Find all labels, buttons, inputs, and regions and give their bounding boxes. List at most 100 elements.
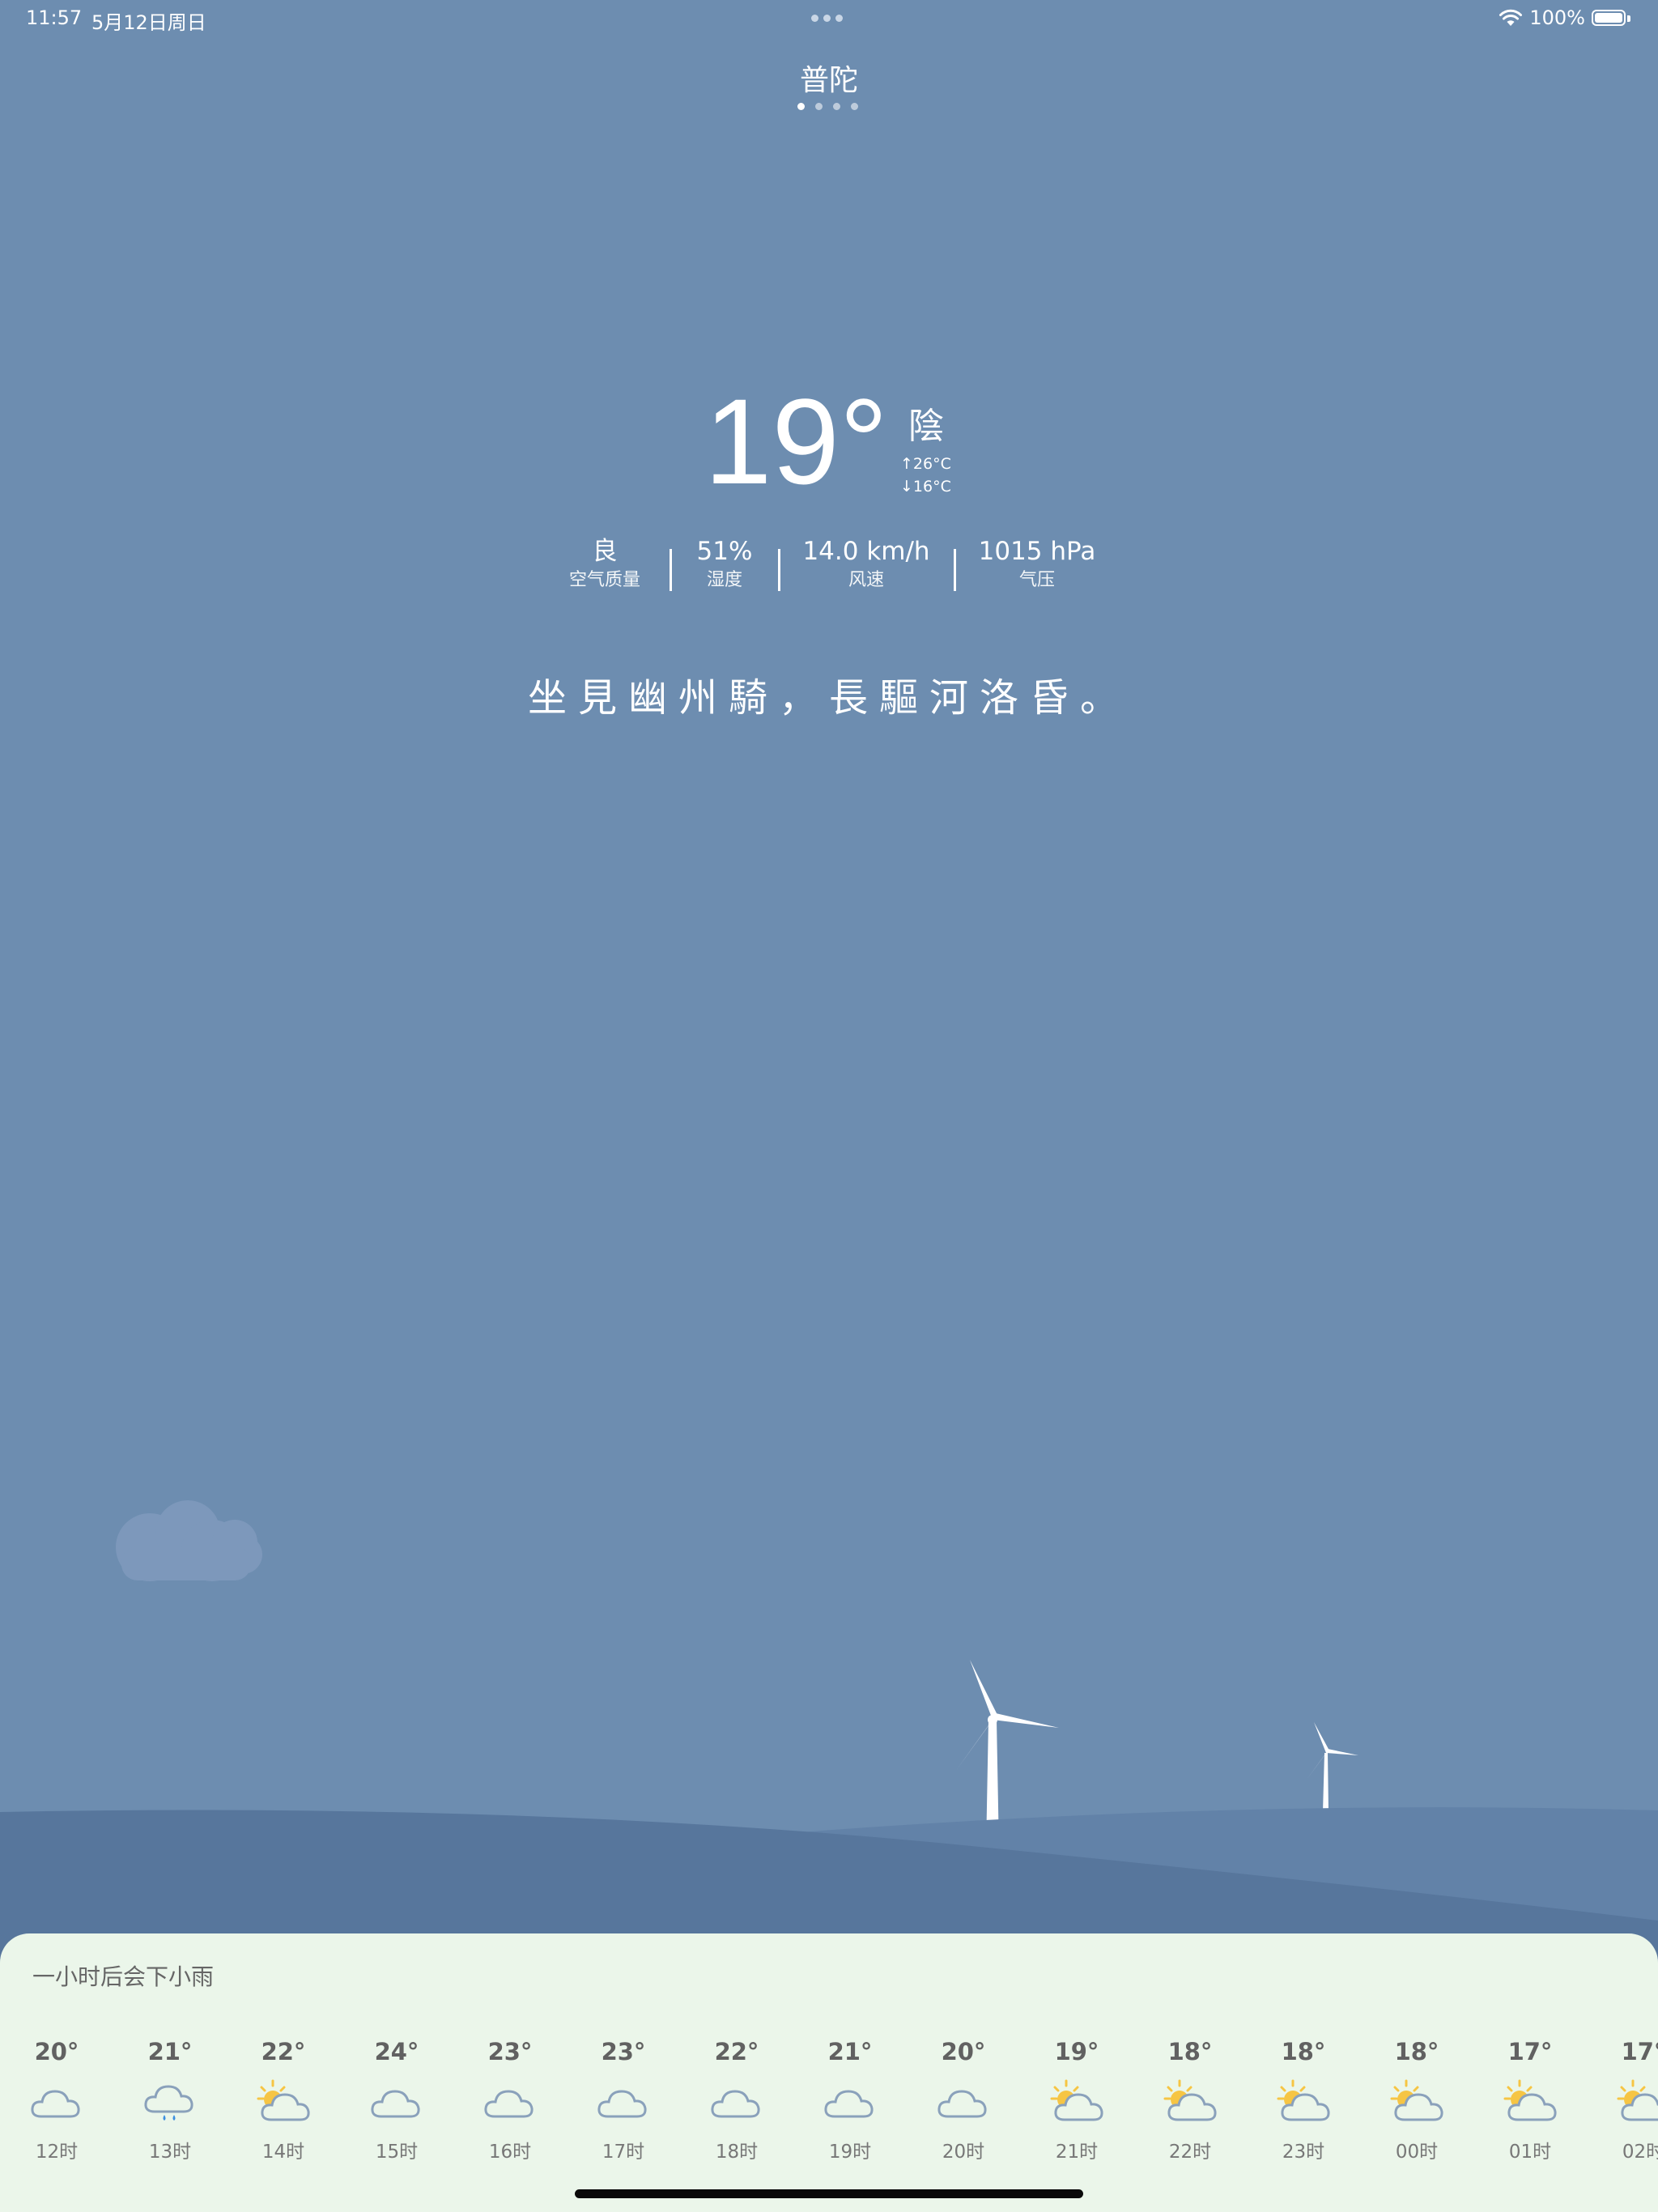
poem-quote: 坐見幽州騎，長驅河洛昏。 (527, 675, 1130, 721)
hour-temperature: 19° (1054, 2038, 1099, 2065)
hourly-forecast-item[interactable]: 21° 13时 (113, 2035, 227, 2163)
hour-temperature: 17° (1507, 2038, 1553, 2065)
hour-time: 17时 (602, 2142, 645, 2163)
stat-value: 1015 hPa (978, 537, 1096, 566)
hour-temperature: 23° (601, 2038, 646, 2065)
stat-value: 良 (592, 537, 618, 566)
weather-stats: 良 空气质量 51% 湿度 14.0 km/h 风速 1015 hPa 气压 (0, 534, 1658, 599)
partly-sunny-icon (1502, 2078, 1558, 2126)
hour-time: 13时 (148, 2142, 192, 2163)
hour-time: 19时 (828, 2142, 872, 2163)
stat-label: 气压 (1018, 570, 1055, 590)
hourly-forecast-item[interactable]: 19° 21时 (1020, 2035, 1133, 2163)
cloud-icon (368, 2078, 425, 2126)
stat-pressure: 1015 hPa 气压 (971, 534, 1103, 593)
cloud-icon (708, 2078, 765, 2126)
hour-time: 23时 (1282, 2142, 1325, 2163)
low-temperature: ↓16°C (900, 478, 951, 496)
high-temperature: ↑26°C (900, 455, 951, 473)
stat-label: 湿度 (706, 570, 742, 590)
stat-air-quality: 良 空气质量 (556, 534, 653, 593)
hour-temperature: 20° (34, 2038, 79, 2065)
wifi-icon (1499, 9, 1523, 26)
home-indicator[interactable] (575, 2189, 1083, 2198)
status-time: 11:57 (26, 6, 83, 29)
partly-sunny-icon (1048, 2078, 1105, 2126)
page-dot[interactable] (797, 103, 805, 110)
page-dot[interactable] (815, 103, 823, 110)
partly-sunny-icon (1275, 2078, 1332, 2126)
hour-time: 21时 (1055, 2142, 1099, 2163)
hour-temperature: 20° (941, 2038, 986, 2065)
stat-divider (954, 549, 956, 591)
stat-humidity: 51% 湿度 (684, 534, 765, 593)
forecast-summary: 一小时后会下小雨 (32, 1963, 215, 1990)
hour-temperature: 24° (374, 2038, 419, 2065)
cloud-icon (28, 2078, 85, 2126)
status-date: 5月12日周日 (91, 11, 206, 34)
weather-condition: 陰 (908, 406, 944, 447)
hour-temperature: 22° (261, 2038, 306, 2065)
hour-temperature: 18° (1167, 2038, 1213, 2065)
multitasking-menu-icon[interactable] (811, 15, 843, 22)
page-dot[interactable] (851, 103, 858, 110)
current-temperature: 19° (704, 373, 888, 509)
partly-sunny-icon (255, 2078, 312, 2126)
cloud-icon (595, 2078, 652, 2126)
battery-percent: 100% (1529, 6, 1585, 29)
hourly-forecast-item[interactable]: 20° 12时 (0, 2035, 113, 2163)
stat-label: 空气质量 (568, 570, 640, 590)
cloud-icon (822, 2078, 878, 2126)
stat-divider (778, 549, 780, 591)
hourly-forecast-item[interactable]: 21° 19时 (793, 2035, 907, 2163)
hour-temperature: 17° (1621, 2038, 1658, 2065)
stat-divider (670, 549, 672, 591)
windmill-small (1307, 1722, 1358, 1812)
hourly-forecast-item[interactable]: 18° 22时 (1133, 2035, 1247, 2163)
hourly-forecast-item[interactable]: 23° 16时 (453, 2035, 567, 2163)
hour-time: 20时 (942, 2142, 985, 2163)
stat-wind-speed: 14.0 km/h 风速 (797, 534, 935, 593)
page-indicator[interactable] (797, 103, 858, 110)
status-indicators: 100% (1499, 6, 1632, 29)
hourly-forecast-item[interactable]: 23° 17时 (567, 2035, 680, 2163)
hour-time: 22时 (1168, 2142, 1212, 2163)
partly-sunny-icon (1388, 2078, 1445, 2126)
page-dot[interactable] (833, 103, 840, 110)
city-name[interactable]: 普陀 (0, 57, 1658, 99)
stat-value: 51% (696, 537, 753, 566)
hour-time: 14时 (261, 2142, 305, 2163)
cloud-icon (482, 2078, 538, 2126)
hourly-forecast-item[interactable]: 22° 18时 (680, 2035, 793, 2163)
stat-label: 风速 (848, 570, 884, 590)
hourly-forecast-item[interactable]: 18° 00时 (1360, 2035, 1473, 2163)
battery-icon (1592, 8, 1632, 28)
hour-time: 00时 (1395, 2142, 1439, 2163)
hour-temperature: 18° (1281, 2038, 1326, 2065)
hour-time: 12时 (35, 2142, 79, 2163)
status-bar: 11:57 5月12日周日 100% (0, 0, 1658, 39)
hourly-forecast-item[interactable]: 18° 23时 (1247, 2035, 1360, 2163)
rain-cloud-icon (142, 2078, 198, 2126)
hourly-forecast-item[interactable]: 17° 02时 (1587, 2035, 1658, 2163)
partly-sunny-icon (1615, 2078, 1658, 2126)
background-cloud (116, 1500, 262, 1581)
partly-sunny-icon (1162, 2078, 1218, 2126)
forecast-sheet[interactable]: 一小时后会下小雨 20° 12时 21° 13时 22° 14时 24° 15时 23° 16时 2… (0, 1933, 1658, 2212)
hour-time: 02时 (1622, 2142, 1658, 2163)
hour-temperature: 23° (487, 2038, 533, 2065)
hour-time: 15时 (375, 2142, 419, 2163)
hourly-forecast-item[interactable]: 17° 01时 (1473, 2035, 1587, 2163)
hour-time: 16时 (488, 2142, 532, 2163)
cloud-icon (935, 2078, 992, 2126)
hourly-forecast-item[interactable]: 22° 14时 (227, 2035, 340, 2163)
hour-time: 01时 (1508, 2142, 1552, 2163)
hour-temperature: 18° (1394, 2038, 1439, 2065)
hour-temperature: 21° (827, 2038, 873, 2065)
hourly-forecast-item[interactable]: 24° 15时 (340, 2035, 453, 2163)
stat-value: 14.0 km/h (802, 537, 930, 566)
hour-time: 18时 (715, 2142, 759, 2163)
hourly-forecast-item[interactable]: 20° 20时 (907, 2035, 1020, 2163)
hour-temperature: 22° (714, 2038, 759, 2065)
hour-temperature: 21° (147, 2038, 193, 2065)
